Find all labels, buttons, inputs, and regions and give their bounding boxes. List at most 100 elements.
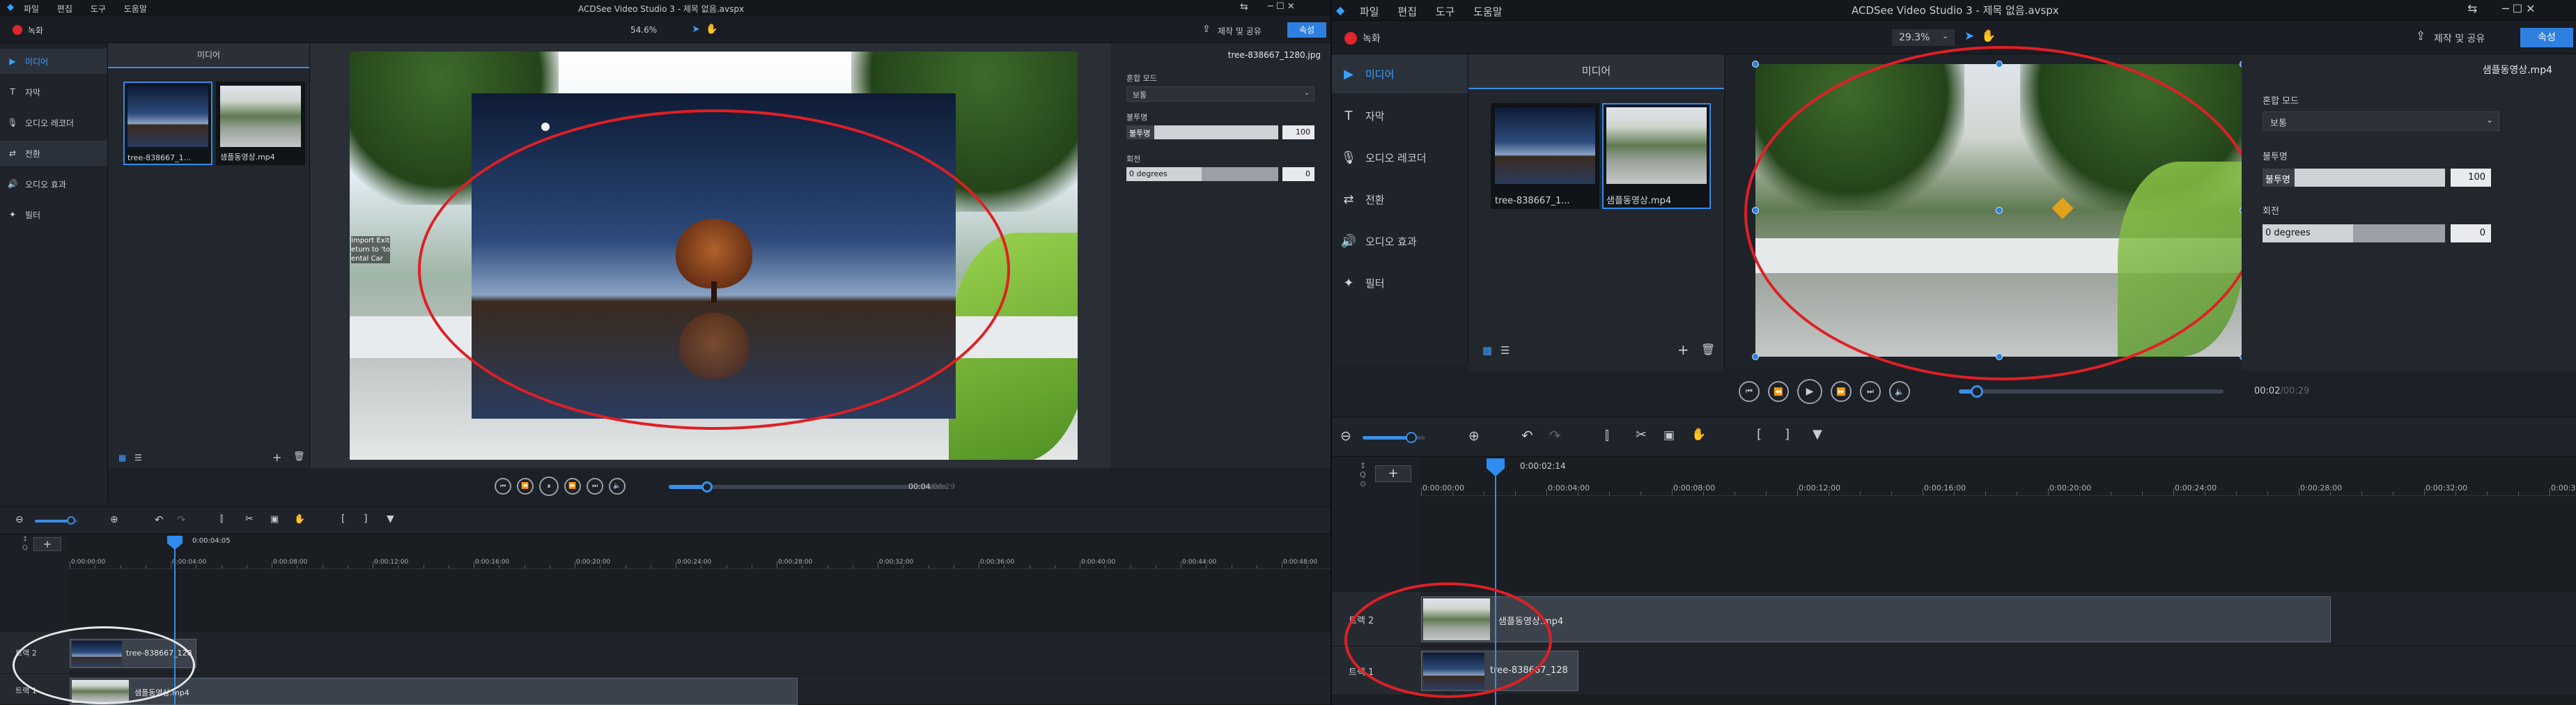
hand-icon[interactable]: ✋	[1981, 29, 1996, 43]
rotation-value[interactable]: 0	[2451, 224, 2491, 242]
marker-icon[interactable]: ▼	[387, 513, 394, 525]
step-back-icon[interactable]: ⏪	[1768, 381, 1789, 402]
produce-share-button[interactable]: 제작 및 공유	[1218, 25, 1262, 37]
volume-icon[interactable]: 🔈	[609, 478, 626, 495]
delete-icon[interactable]: 🗑	[1701, 343, 1715, 356]
zoom-in-icon[interactable]: ⊕	[110, 514, 118, 525]
zoom-level[interactable]: 54.6%	[630, 25, 657, 35]
resize-handle[interactable]	[1996, 353, 2003, 360]
blend-mode-select[interactable]: 보통 ⌄	[2263, 111, 2499, 131]
timeline-clip[interactable]: tree-838667_128	[1421, 651, 1578, 691]
hand-tool-icon[interactable]: ✋	[294, 514, 305, 525]
add-icon[interactable]: +	[272, 451, 281, 464]
share-icon[interactable]: ⇪	[1202, 24, 1211, 35]
properties-tab[interactable]: 속성	[1287, 22, 1326, 38]
track-header-1[interactable]: 트랙 1	[1332, 646, 1421, 695]
pause-icon[interactable]: ⏸	[539, 477, 559, 496]
rotation-slider[interactable]: 0 degrees	[2263, 224, 2445, 242]
volume-icon[interactable]: 🔈	[1889, 381, 1910, 402]
track-header-1[interactable]: 트랙 1	[0, 674, 70, 705]
snapshot-icon[interactable]: ▣	[1663, 428, 1675, 442]
zoom-out-icon[interactable]: ⊖	[1340, 428, 1351, 444]
track-header-2[interactable]: 트랙 2	[1332, 592, 1421, 646]
menu-tools[interactable]: 도구	[1436, 6, 1455, 18]
sync-icon[interactable]: ⇆	[2467, 2, 2477, 16]
hand-tool-icon[interactable]: ✋	[1691, 428, 1706, 442]
step-forward-icon[interactable]: ⏩	[1831, 381, 1852, 402]
fast-forward-icon[interactable]: ⏭	[1860, 381, 1881, 402]
record-icon[interactable]	[1344, 32, 1357, 45]
grid-view-icon[interactable]: ▦	[1482, 344, 1492, 357]
list-view-icon[interactable]: ☰	[1500, 344, 1510, 357]
zoom-in-icon[interactable]: ⊕	[1468, 428, 1480, 444]
sidebar-item-audio-recorder[interactable]: 🎙 오디오 레코더	[0, 110, 107, 135]
resize-handle[interactable]	[1752, 207, 1759, 214]
sidebar-item-filter[interactable]: ✦ 필터	[0, 202, 107, 227]
redo-icon[interactable]: ↷	[1549, 427, 1561, 444]
media-tab[interactable]: 미디어	[108, 43, 309, 68]
add-track-button[interactable]: +	[1375, 465, 1411, 482]
media-thumb-video[interactable]: 샘플동영상.mp4	[216, 82, 305, 165]
sidebar-item-audio-effect[interactable]: 🔊 오디오 효과	[1332, 222, 1468, 261]
opacity-value[interactable]: 100	[1282, 125, 1314, 139]
timeline-zoom-slider[interactable]	[35, 516, 78, 525]
record-label[interactable]: 녹화	[1363, 31, 1381, 45]
blend-mode-select[interactable]: 보통 ⌄	[1126, 86, 1314, 102]
sidebar-item-media[interactable]: ▶ 미디어	[1332, 54, 1468, 93]
cut-icon[interactable]: ✂	[245, 513, 254, 525]
step-forward-icon[interactable]: ⏩	[564, 478, 581, 495]
record-label[interactable]: 녹화	[28, 24, 43, 36]
snapshot-icon[interactable]: ▣	[270, 514, 279, 525]
mark-out-icon[interactable]: ]	[364, 513, 367, 525]
overlay-image[interactable]	[472, 93, 956, 419]
play-icon[interactable]: ▶	[1797, 379, 1822, 404]
window-controls[interactable]: ─ ☐ ✕	[1268, 1, 1295, 12]
sidebar-item-transition[interactable]: ⇄ 전환	[1332, 180, 1468, 219]
menu-help[interactable]: 도움말	[1473, 6, 1502, 18]
media-thumb-video[interactable]: 샘플동영상.mp4	[1602, 103, 1711, 209]
zoom-selector[interactable]: 29.3% ⌄	[1892, 29, 1955, 46]
rewind-icon[interactable]: ⏮	[495, 478, 511, 495]
hand-icon[interactable]: ✋	[706, 24, 717, 35]
timeline-ruler[interactable]: 0:00:00:00 0:00:04:00 0:00:08:00 0:00:12:00…	[1421, 457, 2576, 496]
sidebar-item-text[interactable]: T 자막	[1332, 96, 1468, 135]
produce-share-button[interactable]: 제작 및 공유	[2434, 31, 2485, 45]
split-icon[interactable]: ⫿	[1605, 428, 1609, 443]
cursor-icon[interactable]: ➤	[1964, 29, 1974, 43]
mark-out-icon[interactable]: ]	[1785, 427, 1790, 442]
opacity-slider[interactable]: 불투명	[1126, 125, 1278, 139]
timeline-clip[interactable]: 샘플동영상.mp4	[1421, 596, 2331, 642]
rotation-slider[interactable]: 0 degrees	[1126, 167, 1278, 181]
resize-handle[interactable]	[1752, 61, 1759, 68]
opacity-value[interactable]: 100	[2451, 169, 2491, 187]
properties-tab[interactable]: 속성	[2520, 28, 2573, 47]
split-icon[interactable]: ⫿	[220, 514, 223, 525]
menu-file[interactable]: 파일	[24, 4, 39, 14]
sidebar-item-text[interactable]: T 자막	[0, 79, 107, 104]
media-tab[interactable]: 미디어	[1468, 54, 1724, 89]
playback-progress[interactable]	[1959, 385, 2224, 398]
cut-icon[interactable]: ✂	[1636, 427, 1647, 442]
sidebar-item-transition[interactable]: ⇄ 전환	[0, 141, 107, 166]
record-icon[interactable]	[13, 25, 22, 35]
fast-forward-icon[interactable]: ⏭	[587, 478, 603, 495]
rotation-value[interactable]: 0	[1282, 167, 1314, 181]
mark-in-icon[interactable]: [	[341, 513, 345, 525]
menu-edit[interactable]: 편집	[57, 4, 72, 14]
list-view-icon[interactable]: ☰	[134, 453, 142, 463]
rotate-handle[interactable]	[1996, 207, 2003, 214]
zoom-out-icon[interactable]: ⊖	[15, 514, 24, 525]
menu-tools[interactable]: 도구	[91, 4, 106, 14]
sidebar-item-filter[interactable]: ✦ 필터	[1332, 263, 1468, 302]
track-height-icon[interactable]: ↕ Q	[22, 536, 28, 552]
window-controls[interactable]: ─ ☐ ✕	[2502, 2, 2536, 15]
redo-icon[interactable]: ↷	[177, 513, 186, 526]
timeline-ruler[interactable]: 0:00:00:00 0:00:04:00 0:00:08:00 0:00:12:00…	[70, 534, 1330, 569]
menu-file[interactable]: 파일	[1360, 6, 1379, 18]
marker-icon[interactable]: ▼	[1813, 427, 1822, 442]
timeline-zoom-slider[interactable]	[1363, 432, 1425, 443]
grid-view-icon[interactable]: ▦	[118, 453, 126, 463]
playhead[interactable]	[1495, 475, 1496, 705]
menu-edit[interactable]: 편집	[1397, 6, 1417, 18]
add-track-button[interactable]: +	[33, 537, 61, 551]
